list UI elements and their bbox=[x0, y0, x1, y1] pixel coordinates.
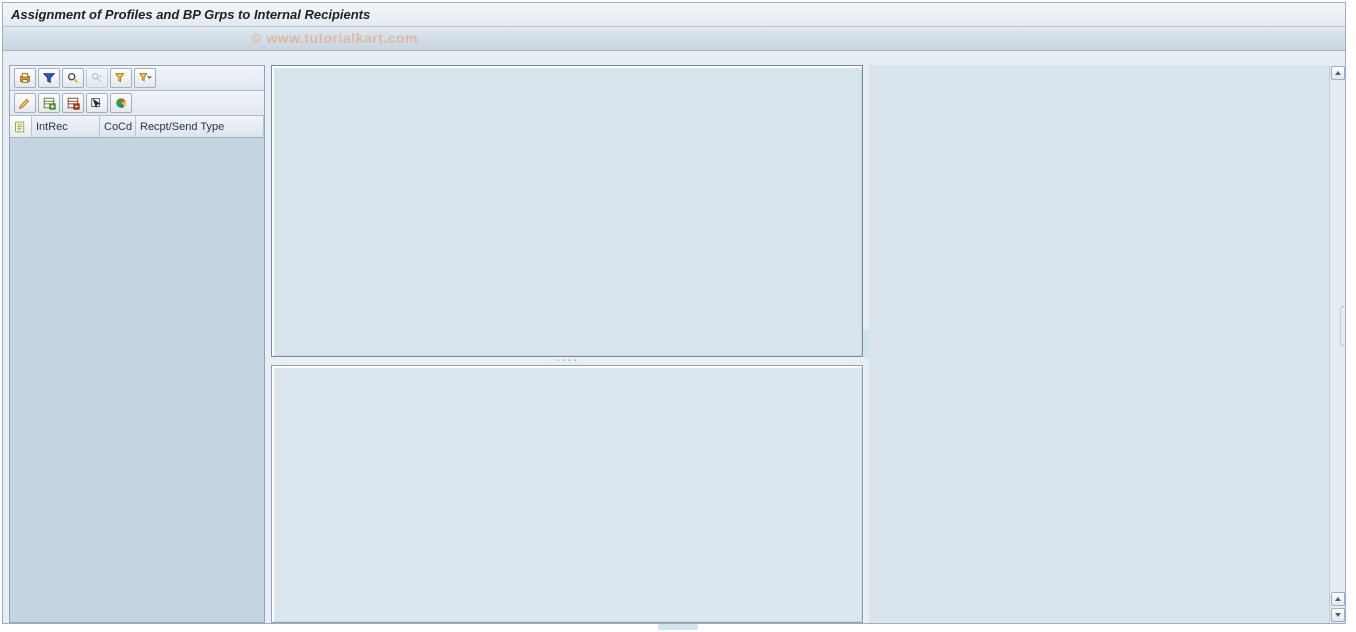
scroll-up2-icon[interactable] bbox=[1331, 592, 1345, 606]
filter-dropdown-button[interactable] bbox=[134, 68, 156, 88]
horizontal-splitter[interactable]: ▪ ▪ ▪ ▪ bbox=[271, 357, 863, 365]
bottom-resize-handle-icon[interactable] bbox=[658, 624, 698, 630]
detail-pane-top bbox=[271, 65, 863, 357]
insert-row-button[interactable] bbox=[38, 93, 60, 113]
app-window: Assignment of Profiles and BP Grps to In… bbox=[2, 2, 1346, 624]
select-all-column[interactable] bbox=[10, 116, 32, 137]
title-bar: Assignment of Profiles and BP Grps to In… bbox=[3, 3, 1345, 27]
edit-button[interactable] bbox=[14, 93, 36, 113]
splitter-handle-icon[interactable] bbox=[863, 329, 869, 359]
filter-button[interactable] bbox=[110, 68, 132, 88]
table-body-empty bbox=[10, 138, 264, 622]
column-cocd[interactable]: CoCd bbox=[100, 116, 136, 137]
column-intrec[interactable]: IntRec bbox=[32, 116, 100, 137]
graphic-button[interactable] bbox=[110, 93, 132, 113]
alv-toolbar-row1 bbox=[10, 66, 264, 91]
find-button[interactable] bbox=[62, 68, 84, 88]
find-next-button[interactable] bbox=[86, 68, 108, 88]
scroll-up-icon[interactable] bbox=[1331, 66, 1345, 80]
application-toolbar: © www.tutorialkart.com bbox=[3, 27, 1345, 51]
delete-row-button[interactable] bbox=[62, 93, 84, 113]
vertical-scrollbar[interactable] bbox=[1329, 65, 1345, 623]
alv-toolbar-row2 bbox=[10, 91, 264, 116]
detail-pane-bottom bbox=[271, 365, 863, 623]
scroll-nub-icon[interactable] bbox=[1340, 306, 1346, 346]
left-panel: IntRec CoCd Recpt/Send Type bbox=[9, 65, 265, 623]
print-button[interactable] bbox=[14, 68, 36, 88]
center-panel: ▪ ▪ ▪ ▪ bbox=[271, 65, 863, 623]
right-empty-pane bbox=[869, 65, 1345, 623]
page-title: Assignment of Profiles and BP Grps to In… bbox=[11, 7, 370, 22]
select-layout-button[interactable] bbox=[86, 93, 108, 113]
filter-funnel-button[interactable] bbox=[38, 68, 60, 88]
table-header: IntRec CoCd Recpt/Send Type bbox=[10, 116, 264, 138]
watermark-text: © www.tutorialkart.com bbox=[251, 30, 418, 46]
scroll-down-icon[interactable] bbox=[1331, 608, 1345, 622]
main-content: IntRec CoCd Recpt/Send Type ▪ ▪ ▪ ▪ bbox=[3, 51, 1345, 623]
column-recpt-send-type[interactable]: Recpt/Send Type bbox=[136, 116, 264, 137]
